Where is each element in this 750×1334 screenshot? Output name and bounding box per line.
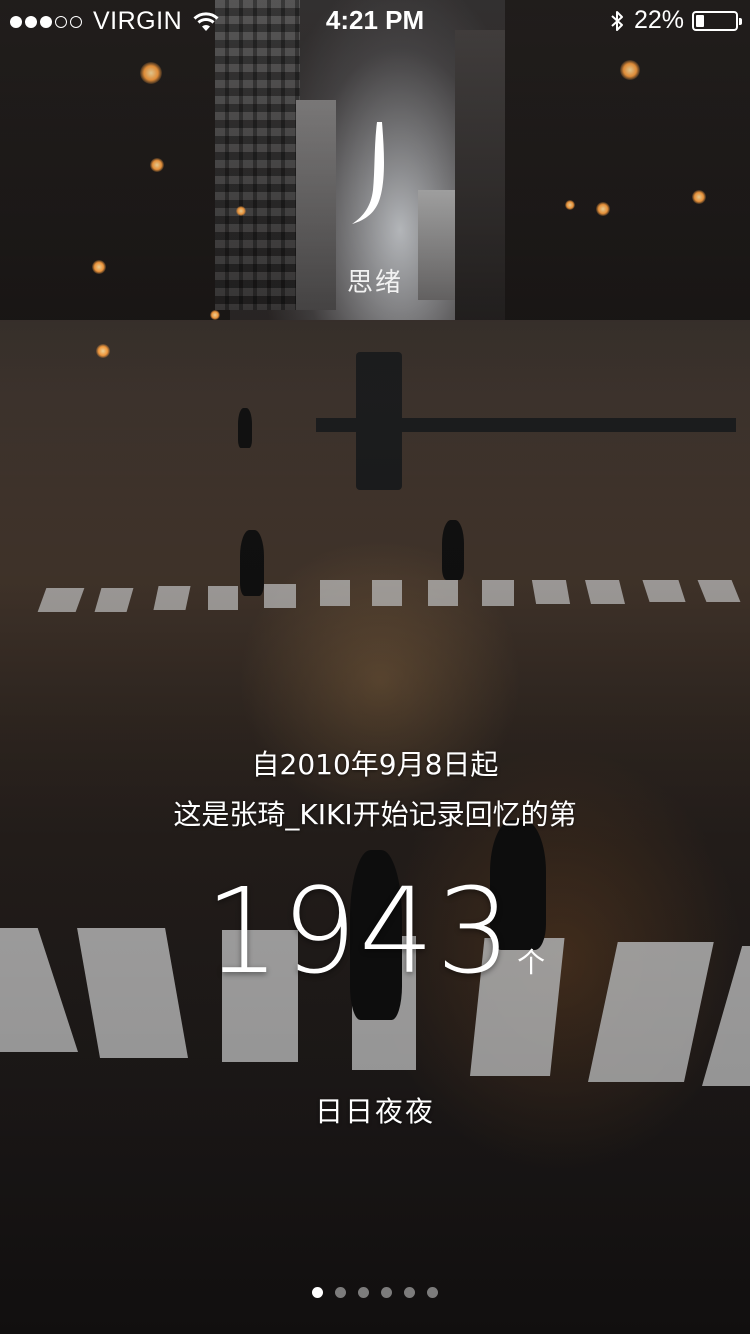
status-bar-right: 22%: [610, 6, 742, 35]
app-logo: [340, 118, 410, 230]
start-date-text: 自2010年9月8日起: [251, 748, 499, 781]
battery-icon: [692, 10, 742, 31]
page-dot[interactable]: [335, 1287, 346, 1298]
days-and-nights-text: 日日夜夜: [314, 1095, 435, 1128]
page-indicator[interactable]: [0, 1287, 750, 1298]
page-dot[interactable]: [427, 1287, 438, 1298]
day-counter: 1943 个: [0, 872, 750, 990]
status-bar: VIRGIN 4:21 PM 22%: [0, 0, 750, 40]
battery-level: [696, 14, 704, 27]
bluetooth-icon: [610, 9, 624, 33]
day-count-unit: 个: [517, 946, 546, 979]
record-description-text: 这是张琦_KIKI开始记录回忆的第: [173, 798, 577, 831]
page-dot[interactable]: [381, 1287, 392, 1298]
page-dot[interactable]: [312, 1287, 323, 1298]
app-name: 思绪: [346, 268, 403, 298]
day-count-number: 1943: [204, 862, 514, 1000]
page-dot[interactable]: [358, 1287, 369, 1298]
battery-percentage: 22%: [633, 6, 684, 34]
page-dot[interactable]: [404, 1287, 415, 1298]
